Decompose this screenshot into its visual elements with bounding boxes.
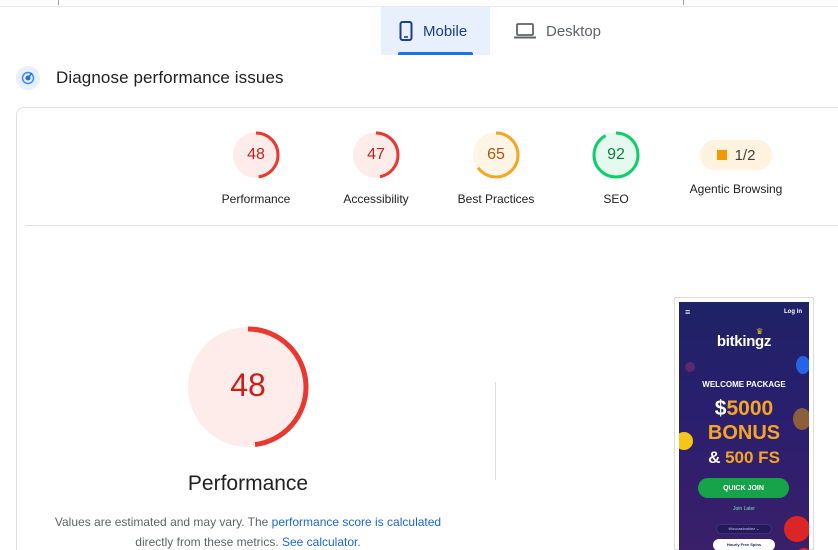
page-screenshot[interactable]: ≡ Log in ♛ bitkingz WELCOME PACKAGE $500… [679, 302, 809, 550]
screenshot-bonus: BONUS [707, 422, 781, 444]
screenshot-join-later: Join Later [733, 506, 755, 512]
performance-big-score: 48 [230, 367, 266, 403]
note-suffix: . [357, 535, 361, 549]
screenshot-dollar: $ [714, 397, 727, 420]
laptop-icon [514, 23, 536, 39]
performance-label: Performance [221, 192, 291, 206]
screenshot-amount: $5000 [679, 397, 809, 421]
performance-big-gauge: 48 [187, 326, 309, 448]
tab-desktop[interactable]: Desktop [490, 7, 619, 55]
tab-desktop-label: Desktop [546, 22, 602, 40]
vertical-divider [495, 382, 496, 480]
tab-mobile[interactable]: Mobile [381, 7, 490, 55]
diagnose-title: Diagnose performance issues [56, 68, 284, 87]
agentic-label: Agentic Browsing [689, 182, 783, 196]
score-best-practices[interactable]: 65 Best Practices [436, 130, 556, 206]
accessibility-gauge: 47 [351, 130, 401, 180]
top-fragment-mark [58, 0, 62, 5]
top-fragment-mark [683, 0, 687, 5]
screenshot-amount-value: 5000 [726, 397, 774, 420]
device-tabs: Mobile Desktop [381, 7, 619, 55]
note-prefix: Values are estimated and may vary. The [54, 515, 272, 529]
score-calculated-link[interactable]: performance score is calculated [272, 515, 441, 529]
seo-score: 92 [607, 146, 625, 163]
score-summary: 48 Performance 47 Accessibility 65 Best … [0, 130, 838, 210]
accessibility-label: Accessibility [343, 192, 409, 206]
best-practices-score: 65 [487, 146, 505, 163]
score-agentic-browsing[interactable]: 1/2 Agentic Browsing [676, 130, 796, 196]
seo-label: SEO [603, 192, 629, 206]
summary-divider [25, 225, 838, 226]
tab-mobile-label: Mobile [423, 22, 468, 40]
best-practices-gauge: 65 [471, 130, 521, 180]
best-practices-label: Best Practices [457, 192, 535, 206]
diagnose-header: Diagnose performance issues [16, 66, 284, 90]
screenshot-logo: bitkingz [716, 333, 772, 350]
decor-chip [784, 516, 809, 542]
screenshot-login: Log in [784, 309, 802, 315]
note-middle: directly from these metrics. [135, 535, 282, 549]
seo-gauge: 92 [591, 130, 641, 180]
score-performance[interactable]: 48 Performance [196, 130, 316, 206]
screenshot-pill: Woocasinokiez ⌄ [716, 524, 772, 534]
decor-chip [685, 362, 695, 372]
see-calculator-link[interactable]: See calculator [282, 535, 357, 549]
score-accessibility[interactable]: 47 Accessibility [316, 130, 436, 206]
screenshot-pill: Hourly Free Spins [713, 539, 775, 550]
screenshot-menu-icon: ≡ [685, 307, 691, 317]
performance-gauge: 48 [231, 130, 281, 180]
accessibility-score: 47 [367, 146, 385, 163]
agentic-square-icon [716, 150, 727, 160]
screenshot-quick-join-button: QUICK JOIN [698, 478, 789, 498]
performance-note: Values are estimated and may vary. The p… [40, 512, 456, 550]
screenshot-fs: & 500 FS [679, 447, 809, 469]
agentic-score: 1/2 [734, 146, 756, 164]
screenshot-amp: & [708, 448, 721, 467]
performance-title: Performance [187, 472, 309, 495]
score-seo[interactable]: 92 SEO [556, 130, 676, 206]
agentic-pill: 1/2 [700, 140, 772, 170]
screenshot-welcome: WELCOME PACKAGE [702, 380, 786, 389]
screenshot-fs-value: 500 FS [725, 448, 780, 467]
decor-chip [796, 356, 809, 374]
performance-score: 48 [247, 146, 265, 163]
smartphone-icon [399, 21, 413, 41]
top-edge-fragment [0, 0, 838, 7]
diagnose-icon [16, 66, 40, 90]
